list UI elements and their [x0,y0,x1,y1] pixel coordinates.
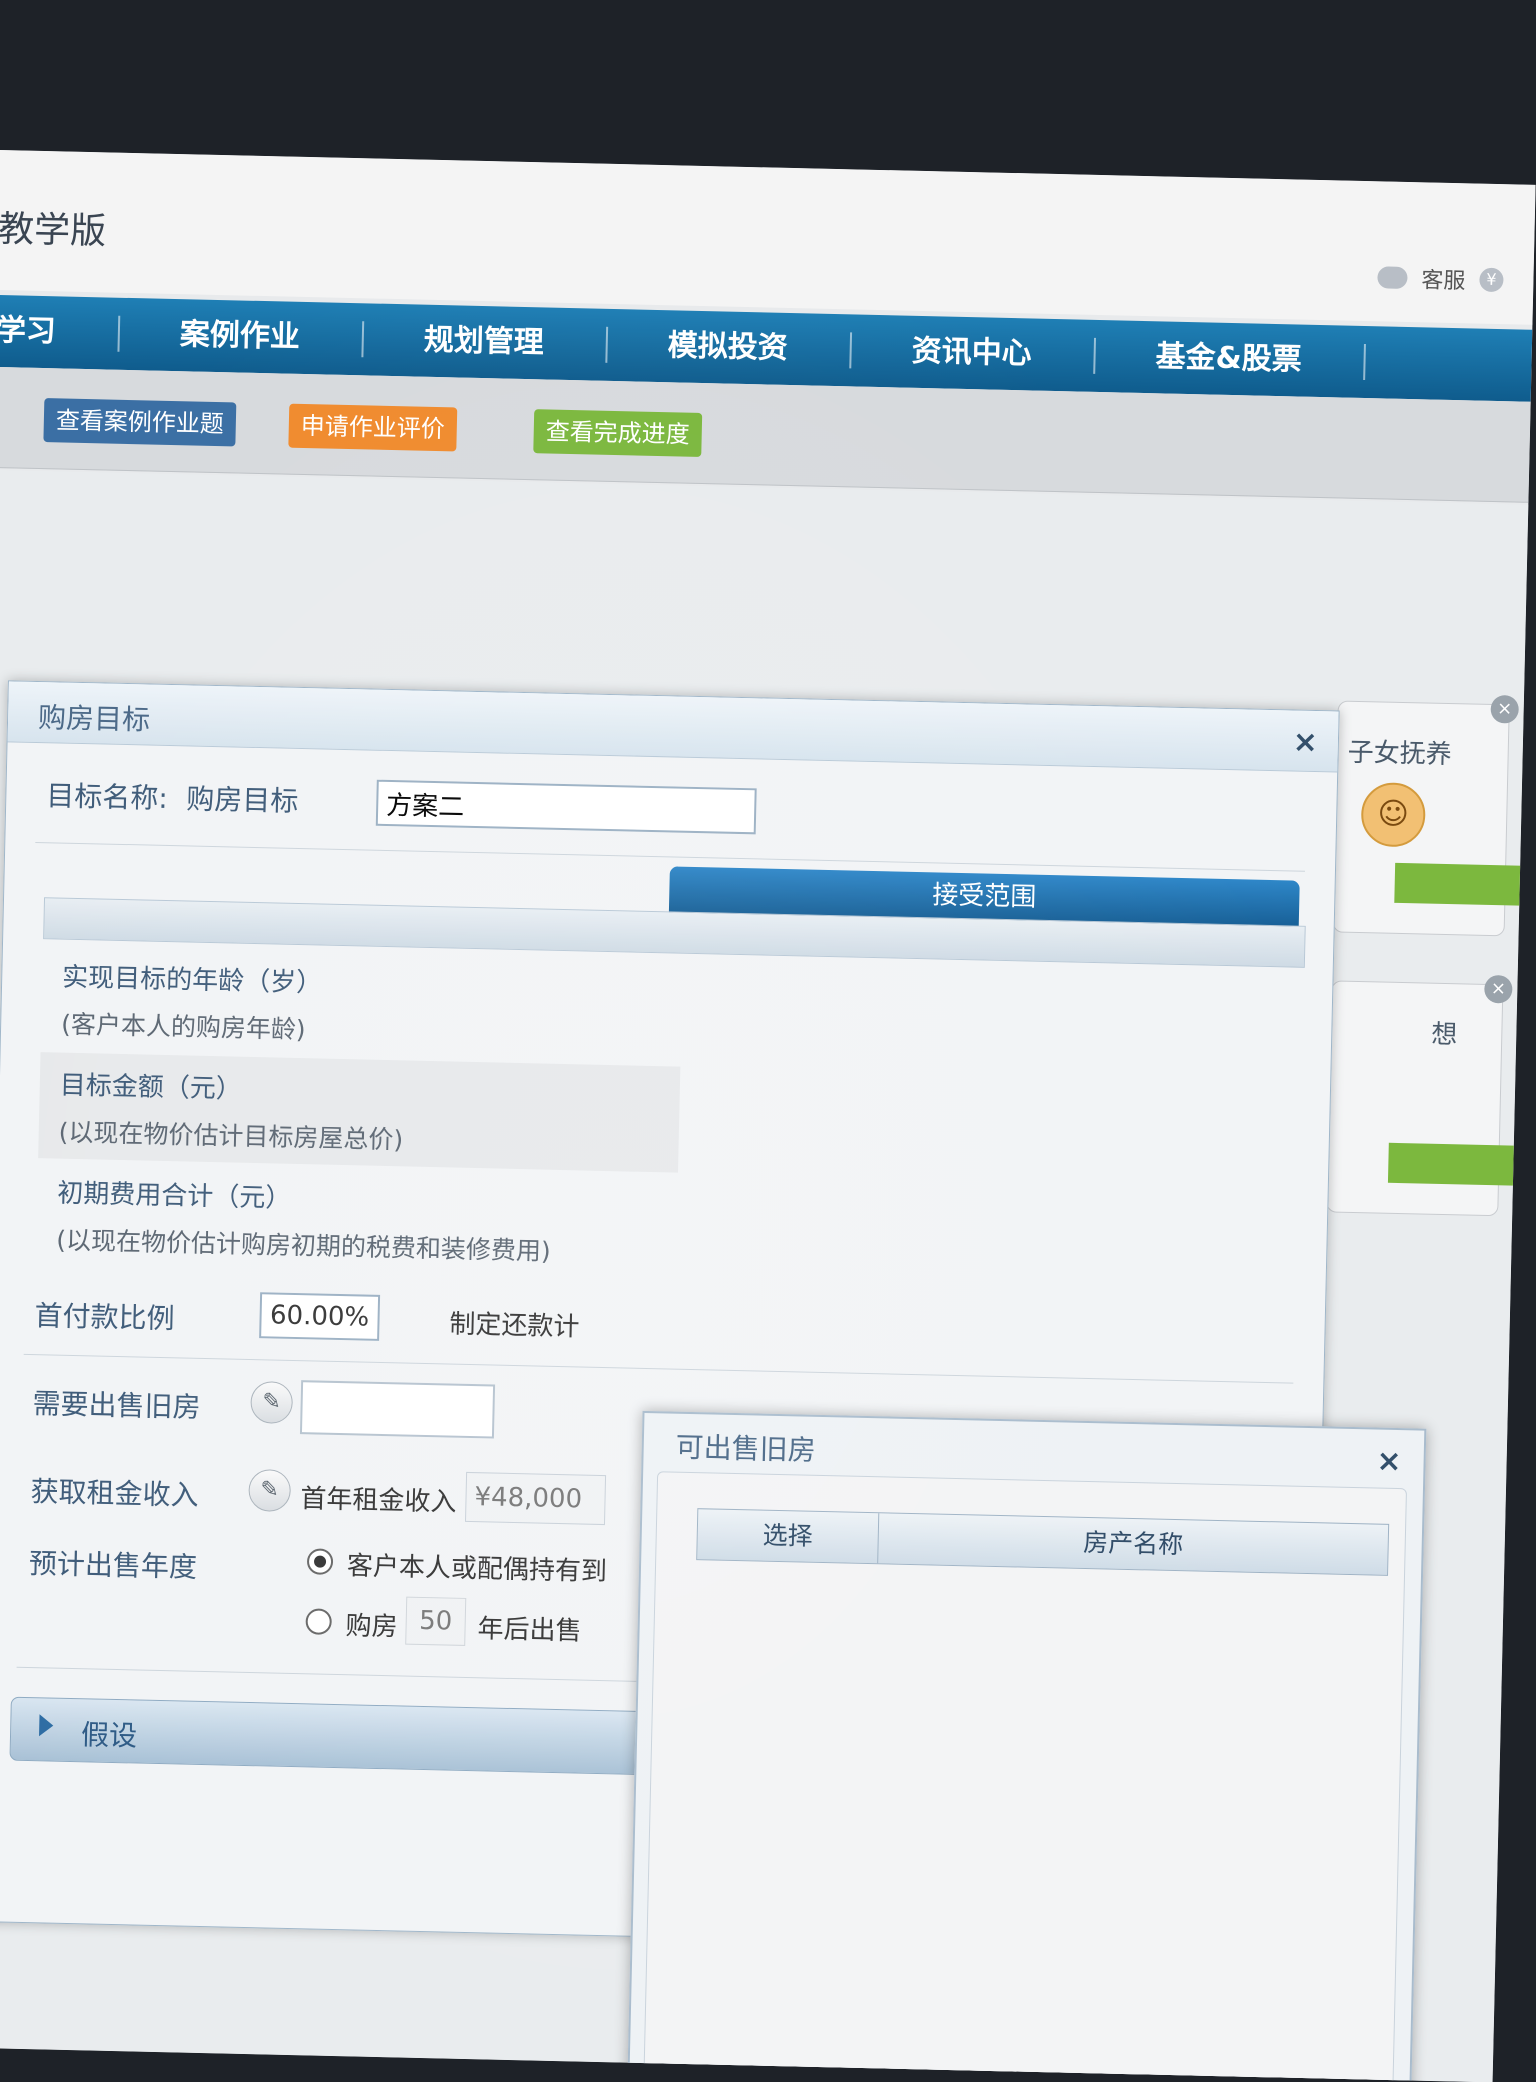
apply-evaluation-button[interactable]: 申请作业评价 [288,403,458,452]
goal-name-prefix: 购房目标 [185,782,299,818]
goal-card-label: 子女抚养 [1347,737,1453,771]
row-label: 初期费用合计（元） [56,1178,292,1214]
divider [35,841,1305,872]
view-homework-button[interactable]: 查看案例作业题 [43,398,237,447]
chat-icon[interactable] [1377,266,1408,289]
card-action-bar[interactable] [1387,1142,1519,1186]
nav-item-funds-stocks[interactable]: 基金&股票 [1095,337,1367,381]
row-note: (以现在物价估计目标房屋总价) [58,1117,404,1155]
expand-arrow-icon[interactable] [39,1714,54,1737]
sell-old-house-label: 需要出售旧房 [32,1387,201,1424]
nav-item-study[interactable]: 学习 [0,312,121,352]
repay-plan-label: 制定还款计 [449,1309,580,1343]
app-title: 教学版 [0,208,107,253]
old-house-table-header: 选择 房产名称 [696,1508,1390,1576]
radio-hold-until-label[interactable]: 客户本人或配偶持有到 [347,1545,608,1588]
card-action-bar[interactable] [1394,862,1526,906]
radio-hold-until[interactable] [306,1548,334,1575]
rent-income-label: 获取租金收入 [30,1475,199,1512]
goal-card-dream[interactable]: 想 × [1326,974,1519,1217]
dialog-title: 可出售旧房 [675,1430,817,1467]
row-label: 实现目标的年龄（岁） [61,962,323,999]
pencil-icon[interactable]: ✎ [248,1468,292,1512]
down-payment-input[interactable]: 60.00% [259,1292,381,1341]
divider [23,1353,1294,1384]
column-select[interactable]: 选择 [697,1509,880,1564]
baby-face-icon: ☺ [1360,782,1426,848]
sell-after-years-input[interactable]: 50 [405,1596,467,1646]
radio-sell-after-prefix: 购房 [345,1611,398,1643]
app-header: 教学版 客服 ¥ [0,150,1536,325]
dialog-title: 购房目标 [37,701,151,737]
row-label: 目标金额（元） [59,1070,243,1105]
house-goal-dialog: 购房目标 × 目标名称: 购房目标 接受范围 实现目标的年龄（岁） (客户本人的… [0,680,1427,2082]
pencil-icon[interactable]: ✎ [250,1381,294,1424]
radio-sell-after-suffix: 年后出售 [477,1614,582,1647]
first-year-rent-label: 首年租金收入 [300,1484,457,1518]
goal-cards-panel: 子女抚养 ☺ × 想 × [1326,631,1526,1235]
nav-item-simulated-investment[interactable]: 模拟投资 [607,326,853,369]
row-initial-cost: 初期费用合计（元） (以现在物价估计购房初期的税费和装修费用) [35,1160,678,1281]
nav-item-case-homework[interactable]: 案例作业 [119,315,365,358]
row-target-amount: 目标金额（元） (以现在物价估计目标房屋总价) [38,1052,681,1173]
sell-old-house-input[interactable] [299,1380,496,1439]
support-label[interactable]: 客服 [1421,262,1466,295]
goal-card-label: 想 [1430,1019,1458,1051]
row-note: (客户本人的购房年龄) [60,1009,306,1045]
nav-item-news-center[interactable]: 资讯中心 [851,332,1097,374]
column-property-name[interactable]: 房产名称 [878,1513,1388,1575]
sell-year-label: 预计出售年度 [28,1547,198,1584]
sellable-old-house-dialog: 可出售旧房 × 选择 房产名称 确定 取消 [626,1410,1427,2082]
old-house-list-panel: 选择 房产名称 确定 取消 [643,1471,1408,2082]
nav-item-plan-management[interactable]: 规划管理 [363,321,609,363]
support-area[interactable]: 客服 ¥ [1377,261,1504,296]
goal-card-child-raising[interactable]: 子女抚养 ☺ × [1332,694,1526,937]
yen-badge-icon[interactable]: ¥ [1479,267,1504,293]
row-note: (以现在物价估计购房初期的税费和装修费用) [55,1225,552,1266]
close-icon[interactable]: × [1484,974,1513,1004]
close-icon[interactable]: × [1376,1444,1402,1480]
close-icon[interactable]: × [1490,694,1520,724]
goal-name-input[interactable] [375,779,757,835]
close-icon[interactable]: × [1292,724,1318,760]
first-year-rent-input[interactable]: ¥48,000 [464,1471,607,1526]
view-progress-button[interactable]: 查看完成进度 [533,409,703,457]
app-screen: 教学版 客服 ¥ 学习 案例作业 规划管理 模拟投资 资讯中心 基金&股票 查看… [0,150,1536,2082]
assumptions-label[interactable]: 假设 [81,1713,138,1754]
radio-sell-after-years[interactable] [305,1608,332,1635]
goal-name-label: 目标名称: [45,779,169,815]
down-payment-label: 首付款比例 [34,1299,175,1336]
row-target-age: 实现目标的年龄（岁） (客户本人的购房年龄) [40,944,683,1065]
